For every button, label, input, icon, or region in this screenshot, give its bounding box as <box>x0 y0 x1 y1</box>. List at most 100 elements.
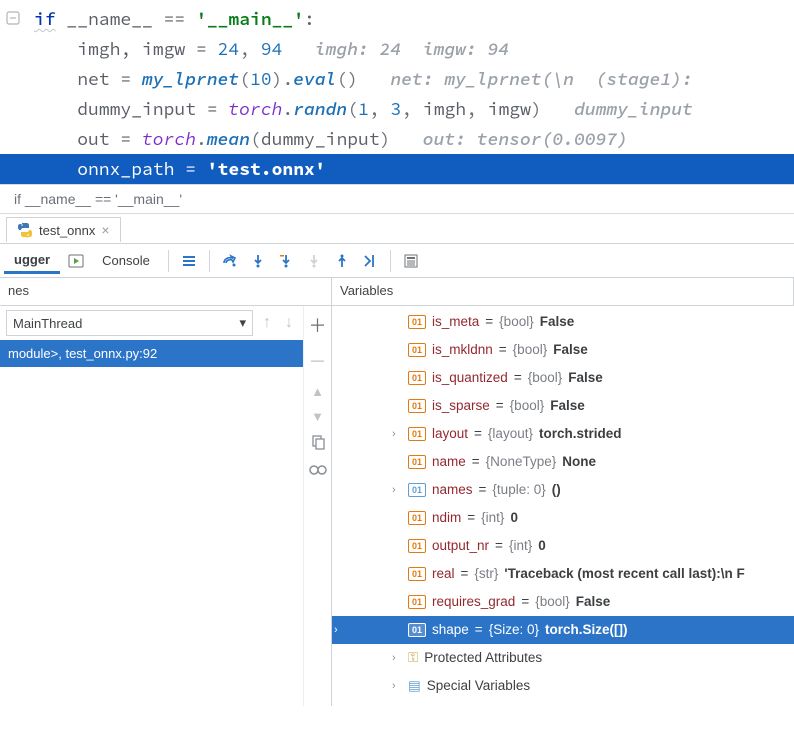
variable-type: {Size: 0} <box>489 616 539 644</box>
tab-console[interactable]: Console <box>92 249 160 272</box>
add-icon[interactable]: ＋ <box>309 312 327 338</box>
variable-name: ndim <box>432 504 461 532</box>
variable-value: 'Traceback (most recent call last):\n F <box>504 560 744 588</box>
variable-row[interactable]: ›01names = {tuple: 0} () <box>390 476 794 504</box>
variables-header: Variables <box>332 278 794 305</box>
code-line[interactable]: dummy_input = torch.randn(1, 3, imgh, im… <box>18 94 794 124</box>
variable-row[interactable]: 01name = {NoneType} None <box>390 448 794 476</box>
variable-name: requires_grad <box>432 588 515 616</box>
type-badge-icon: 01 <box>408 455 426 469</box>
type-badge-icon: 01 <box>408 343 426 357</box>
frames-header: nes <box>0 278 332 305</box>
variable-type: {tuple: 0} <box>492 476 545 504</box>
variable-row[interactable]: 01ndim = {int} 0 <box>390 504 794 532</box>
variable-row[interactable]: ›01layout = {layout} torch.strided <box>390 420 794 448</box>
code-line[interactable]: imgh, imgw = 24, 94 imgh: 24 imgw: 94 <box>18 34 794 64</box>
variable-row[interactable]: › ⚿Protected Attributes <box>390 644 794 672</box>
variable-name: names <box>432 476 473 504</box>
tab-title: test_onnx <box>39 223 95 238</box>
evaluate-expression-icon[interactable] <box>399 249 423 273</box>
variable-name: is_mkldnn <box>432 336 493 364</box>
remove-icon[interactable]: － <box>309 348 327 374</box>
variable-value: False <box>576 588 611 616</box>
step-into-my-icon[interactable] <box>274 249 298 273</box>
force-step-into-icon[interactable] <box>302 249 326 273</box>
variable-value: torch.strided <box>539 420 622 448</box>
bars-icon: ▤ <box>408 672 421 700</box>
variable-name: name <box>432 448 466 476</box>
variable-name: is_quantized <box>432 364 508 392</box>
variables-panel: 01is_meta = {bool} False01is_mkldnn = {b… <box>332 306 794 706</box>
expand-icon[interactable]: › <box>392 644 396 672</box>
expand-icon[interactable]: › <box>392 476 396 504</box>
variable-row[interactable]: 01is_sparse = {bool} False <box>390 392 794 420</box>
variable-value: False <box>553 336 588 364</box>
python-icon <box>17 222 33 238</box>
type-badge-icon: 01 <box>408 371 426 385</box>
tab-bar: test_onnx × <box>0 214 794 244</box>
frame-next-icon[interactable]: ↓ <box>281 314 297 332</box>
thread-name: MainThread <box>13 316 82 331</box>
type-badge-icon: 01 <box>408 623 426 637</box>
frame-row-selected[interactable]: module>, test_onnx.py:92 <box>0 340 303 367</box>
frame-prev-icon[interactable]: ↑ <box>259 314 275 332</box>
step-over-icon[interactable] <box>218 249 242 273</box>
variable-type: {bool} <box>535 588 570 616</box>
variable-name: Protected Attributes <box>424 644 542 672</box>
expand-icon[interactable]: › <box>392 672 396 700</box>
variable-name: Special Variables <box>427 672 530 700</box>
tab-debugger[interactable]: ugger <box>4 248 60 274</box>
breadcrumb[interactable]: if __name__ == '__main__' <box>0 184 794 214</box>
variable-value: False <box>540 308 575 336</box>
step-into-icon[interactable] <box>246 249 270 273</box>
variable-value: False <box>550 392 585 420</box>
variable-type: {bool} <box>499 308 534 336</box>
step-out-icon[interactable] <box>330 249 354 273</box>
move-down-icon[interactable]: ▼ <box>311 409 324 424</box>
variable-type: {str} <box>474 560 498 588</box>
code-line[interactable]: if __name__ == '__main__': <box>18 4 794 34</box>
variable-row[interactable]: ›01shape = {Size: 0} torch.Size([]) <box>332 616 794 644</box>
run-to-cursor-icon[interactable] <box>358 249 382 273</box>
variable-name: real <box>432 560 455 588</box>
type-badge-icon: 01 <box>408 483 426 497</box>
expand-icon[interactable]: › <box>392 420 396 448</box>
move-up-icon[interactable]: ▲ <box>311 384 324 399</box>
variable-row[interactable]: 01is_meta = {bool} False <box>390 308 794 336</box>
variable-row[interactable]: 01requires_grad = {bool} False <box>390 588 794 616</box>
copy-icon[interactable] <box>310 434 326 453</box>
expand-icon[interactable]: › <box>334 616 338 644</box>
variable-row[interactable]: 01is_quantized = {bool} False <box>390 364 794 392</box>
code-line[interactable]: net = my_lprnet(10).eval() net: my_lprne… <box>18 64 794 94</box>
variable-row[interactable]: 01real = {str} 'Traceback (most recent c… <box>390 560 794 588</box>
variable-type: {int} <box>481 504 504 532</box>
debug-toolbar: ugger Console <box>0 244 794 278</box>
variable-row[interactable]: › ▤Special Variables <box>390 672 794 700</box>
variable-type: {bool} <box>510 392 545 420</box>
variable-name: is_meta <box>432 308 479 336</box>
variable-name: output_nr <box>432 532 489 560</box>
code-line-current[interactable]: onnx_path = 'test.onnx' <box>0 154 794 184</box>
glasses-icon[interactable] <box>308 463 328 480</box>
tab-close-icon[interactable]: × <box>101 222 109 238</box>
variable-value: 0 <box>538 532 546 560</box>
type-badge-icon: 01 <box>408 567 426 581</box>
variable-type: {bool} <box>513 336 548 364</box>
code-line[interactable]: out = torch.mean(dummy_input) out: tenso… <box>18 124 794 154</box>
key-icon: ⚿ <box>408 644 418 672</box>
threads-icon[interactable] <box>177 249 201 273</box>
collapse-gutter-icon[interactable] <box>4 6 22 24</box>
left-tool-strip: ＋ － ▲ ▼ <box>303 306 331 706</box>
variable-row[interactable]: 01output_nr = {int} 0 <box>390 532 794 560</box>
type-badge-icon: 01 <box>408 427 426 441</box>
thread-selector[interactable]: MainThread ▾ <box>6 310 253 336</box>
console-play-icon[interactable] <box>64 249 88 273</box>
variable-type: {int} <box>509 532 532 560</box>
variable-name: layout <box>432 420 468 448</box>
variable-name: shape <box>432 616 469 644</box>
code-editor[interactable]: if __name__ == '__main__': imgh, imgw = … <box>0 0 794 184</box>
tab-test-onnx[interactable]: test_onnx × <box>6 217 121 242</box>
type-badge-icon: 01 <box>408 315 426 329</box>
variable-row[interactable]: 01is_mkldnn = {bool} False <box>390 336 794 364</box>
type-badge-icon: 01 <box>408 399 426 413</box>
